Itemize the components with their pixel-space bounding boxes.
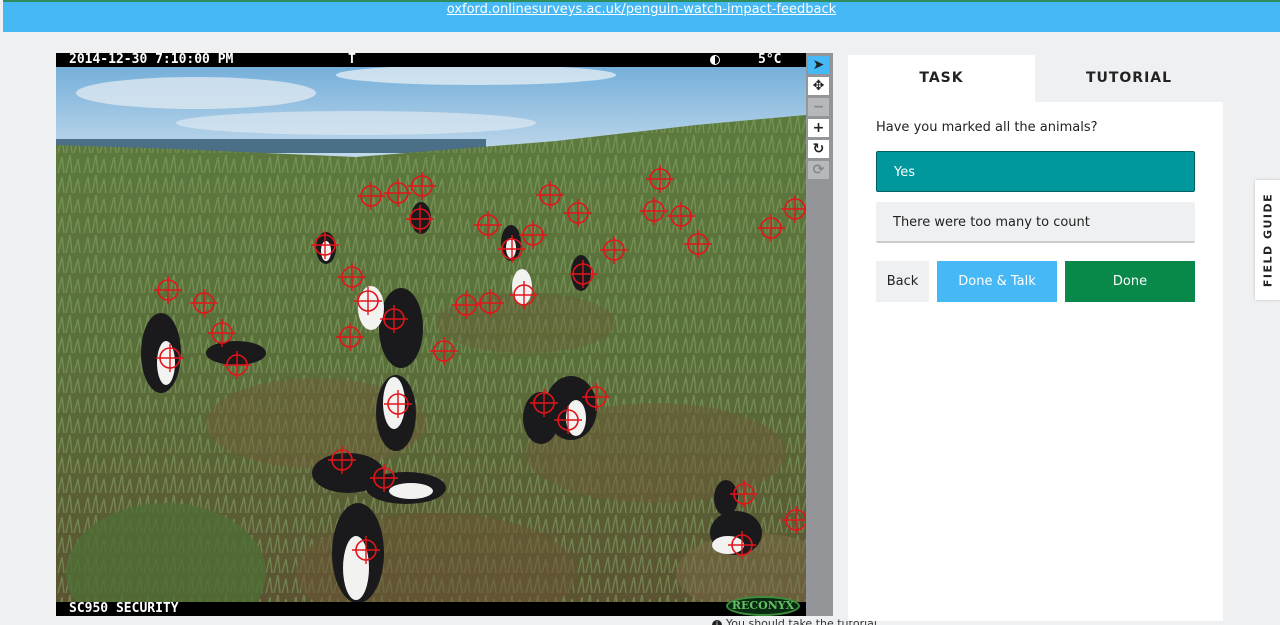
zoom-in-icon: +	[812, 120, 825, 136]
camera-timestamp: 2014-12-30 7:10:00 PM	[69, 53, 234, 67]
penguin-marker[interactable]	[354, 287, 382, 315]
penguin-marker[interactable]	[190, 289, 218, 317]
penguin-marker[interactable]	[370, 464, 398, 492]
penguin-marker[interactable]	[564, 199, 592, 227]
penguin-marker[interactable]	[380, 305, 408, 333]
penguin-marker[interactable]	[646, 165, 674, 193]
penguin-marker[interactable]	[406, 205, 434, 233]
zoom-out-icon: −	[812, 99, 825, 115]
answer-yes[interactable]: Yes	[876, 151, 1195, 192]
penguin-marker[interactable]	[452, 291, 480, 319]
penguin-markers[interactable]	[56, 53, 806, 616]
tab-tutorial[interactable]: TUTORIAL	[1035, 55, 1223, 102]
penguin-marker[interactable]	[530, 389, 558, 417]
penguin-marker[interactable]	[684, 230, 712, 258]
penguin-marker[interactable]	[352, 536, 380, 564]
camera-temperature: 5°C	[758, 53, 782, 67]
field-guide-tab[interactable]: FIELD GUIDE	[1255, 180, 1280, 300]
penguin-marker[interactable]	[311, 231, 339, 259]
camera-model: SC950 SECURITY	[69, 601, 179, 616]
penguin-marker[interactable]	[536, 181, 564, 209]
penguin-marker[interactable]	[408, 172, 436, 200]
penguin-marker[interactable]	[569, 260, 597, 288]
penguin-marker[interactable]	[208, 319, 236, 347]
penguin-marker[interactable]	[384, 179, 412, 207]
rotate-button[interactable]: ↻	[808, 140, 829, 158]
back-button[interactable]: Back	[876, 261, 929, 302]
penguin-marker[interactable]	[328, 446, 356, 474]
done-button[interactable]: Done	[1065, 261, 1195, 302]
penguin-marker[interactable]	[781, 195, 806, 223]
penguin-marker[interactable]	[223, 351, 251, 379]
penguin-marker[interactable]	[600, 236, 628, 264]
penguin-marker[interactable]	[430, 337, 458, 365]
task-question: Have you marked all the animals?	[876, 120, 1098, 135]
tab-task[interactable]: TASK	[848, 55, 1035, 102]
done-and-talk-button[interactable]: Done & Talk	[937, 261, 1057, 302]
image-toolbar: ➤ ✥ − + ↻ ⟳	[806, 53, 833, 616]
task-panel: TASK TUTORIAL Have you marked all the an…	[848, 55, 1223, 621]
penguin-marker[interactable]	[474, 211, 502, 239]
penguin-marker[interactable]	[728, 531, 756, 559]
camera-model-bar: SC950 SECURITY	[56, 602, 806, 616]
penguin-marker[interactable]	[156, 344, 184, 372]
answer-too-many[interactable]: There were too many to count	[876, 202, 1195, 243]
penguin-marker[interactable]	[498, 235, 526, 263]
move-button[interactable]: ✥	[808, 77, 829, 95]
move-icon: ✥	[812, 78, 825, 94]
reset-icon: ⟳	[812, 162, 825, 178]
penguin-marker[interactable]	[554, 406, 582, 434]
penguin-marker[interactable]	[357, 182, 385, 210]
zoom-in-button[interactable]: +	[808, 119, 829, 137]
penguin-marker[interactable]	[519, 221, 547, 249]
penguin-marker[interactable]	[582, 383, 610, 411]
reconyx-logo: RECONYX	[726, 596, 800, 616]
camera-marker: T	[348, 53, 356, 67]
penguin-marker[interactable]	[757, 214, 785, 242]
penguin-marker[interactable]	[730, 480, 758, 508]
penguin-marker[interactable]	[782, 506, 806, 534]
penguin-marker[interactable]	[667, 202, 695, 230]
penguin-marker[interactable]	[640, 197, 668, 225]
penguin-marker[interactable]	[510, 281, 538, 309]
reset-button[interactable]: ⟳	[808, 161, 829, 179]
zoom-out-button[interactable]: −	[808, 98, 829, 116]
info-icon: i	[712, 620, 722, 625]
penguin-marker[interactable]	[338, 263, 366, 291]
penguin-marker[interactable]	[476, 289, 504, 317]
camera-info-bar: 2014-12-30 7:10:00 PM T 5°C	[56, 53, 806, 67]
task-tabs: TASK TUTORIAL	[848, 55, 1223, 102]
penguin-marker[interactable]	[384, 390, 412, 418]
moon-phase-icon	[710, 55, 720, 65]
rotate-icon: ↻	[812, 141, 825, 157]
pointer-button[interactable]: ➤	[808, 56, 829, 74]
survey-link[interactable]: oxford.onlinesurveys.ac.uk/penguin-watch…	[3, 2, 1280, 17]
penguin-marker[interactable]	[154, 276, 182, 304]
pointer-icon: ➤	[812, 57, 825, 73]
field-guide-label: FIELD GUIDE	[1261, 192, 1274, 288]
survey-banner: oxford.onlinesurveys.ac.uk/penguin-watch…	[3, 0, 1280, 32]
penguin-marker[interactable]	[336, 323, 364, 351]
subject-image-viewer[interactable]: 2014-12-30 7:10:00 PM T 5°C SC950 SECURI…	[56, 53, 806, 616]
